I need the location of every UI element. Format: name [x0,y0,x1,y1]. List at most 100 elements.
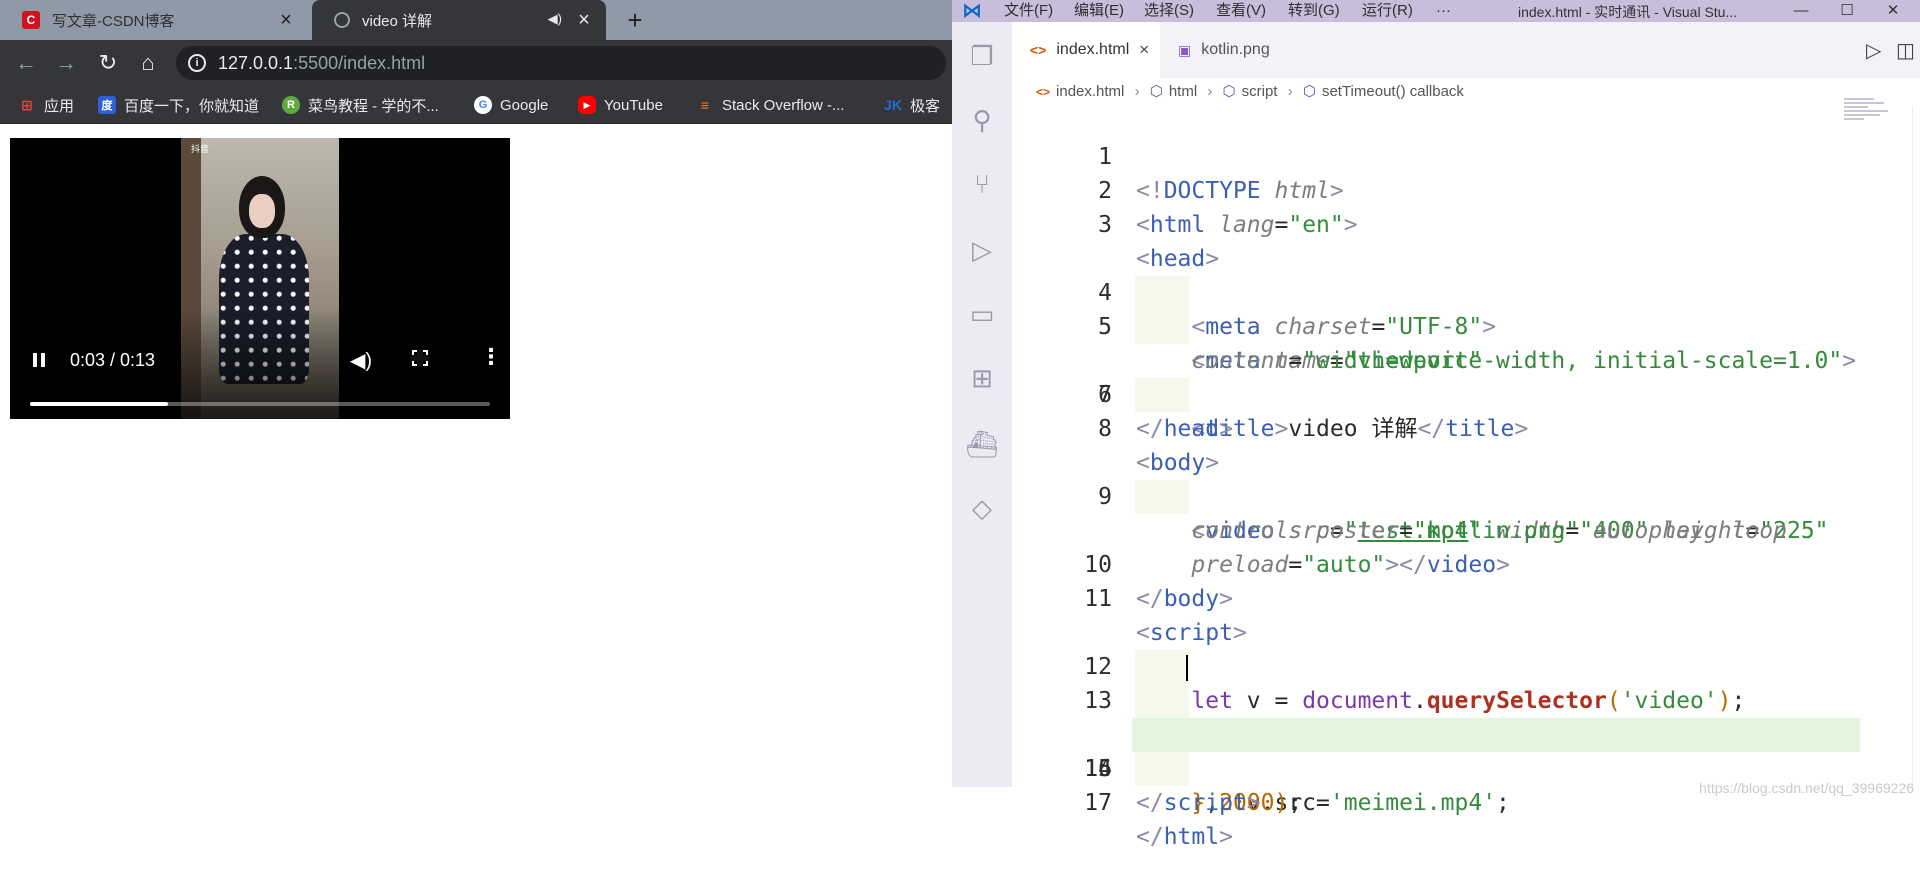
code-line: 2 <html lang="en"> [1012,140,1920,238]
code-line: 12 let v = document.querySelector('video… [1012,582,1920,714]
code-line: 11 <script> [1012,548,1920,646]
menu-run[interactable]: 运行(R) [1362,2,1413,20]
extensions-icon[interactable]: ⊞ [964,360,1000,396]
minimap-line [1844,102,1884,104]
breadcrumb-callback[interactable]: setTimeout() callback [1322,83,1464,100]
code-line: 8 <body> [1012,378,1920,476]
pause-icon[interactable] [30,350,48,370]
bookmark-youtube[interactable]: ▶ YouTube [578,95,663,115]
bookmark-stackoverflow[interactable]: ≡ Stack Overflow -... [696,95,845,115]
symbol-icon: ⬡ [1222,83,1236,100]
close-window-icon[interactable]: ✕ [1870,0,1916,22]
minimap-line [1844,110,1888,112]
editor-tab-label: kotlin.png [1201,41,1270,58]
browser-tab-csdn[interactable]: C 写文章-CSDN博客 × [0,0,308,40]
video-progress-fill [30,402,168,406]
bookmark-label: 百度一下，你就知道 [124,97,260,115]
breadcrumb: <> index.html › ⬡ html › ⬡ script › ⬡ setTim… [1012,78,1920,106]
menu-view[interactable]: 查看(V) [1216,2,1266,20]
overview-ruler[interactable] [1912,106,1920,787]
more-options-icon[interactable]: ⋮ [480,346,502,368]
code-line: content="width=device-width, initial-sca… [1012,276,1920,374]
video-player[interactable]: 抖音 0:03 / 0:13 ◀) ⋮ [10,138,510,419]
browser-tab-strip: C 写文章-CSDN博客 × video 详解 ◀) × + [0,0,952,40]
maximize-icon[interactable]: ☐ [1824,0,1870,22]
code-line-current: 14 v.src='meimei.mp4'; [1012,650,1920,816]
docker-icon[interactable]: ⛴ [964,426,1000,462]
code-line: 4 <meta charset="UTF-8"> [1012,208,1920,340]
bookmark-google[interactable]: G Google [474,95,548,115]
reload-icon[interactable]: ↻ [94,49,122,77]
split-editor-icon[interactable]: ◫ [1896,38,1915,63]
html-file-icon: <> [1030,42,1047,58]
remote-explorer-icon[interactable]: ▭ [964,296,1000,332]
minimap-line [1844,98,1874,100]
code-line: 6 <title>video 详解</title> [1012,310,1920,442]
video-watermark: 抖音 [191,144,210,154]
source-control-icon[interactable]: ⑂ [964,166,1000,202]
menu-go[interactable]: 转到(G) [1288,2,1340,20]
audio-playing-icon[interactable]: ◀) [548,11,562,27]
code-line: 7 </head> [1012,344,1920,442]
youtube-icon: ▶ [578,96,596,114]
site-info-icon[interactable]: i [188,54,206,72]
new-tab-button[interactable]: + [620,5,650,35]
runoob-icon: R [282,96,300,114]
breadcrumb-file[interactable]: index.html [1056,83,1124,100]
csdn-watermark: https://blog.csdn.net/qq_39969226 [1699,780,1914,796]
code-line: 1 <!DOCTYPE html> [1012,106,1920,204]
menu-more[interactable]: ··· [1436,2,1451,20]
code-line: 10 </body> [1012,514,1920,612]
vscode-window: ⋈ 文件(F) 编辑(E) 选择(S) 查看(V) 转到(G) 运行(R) ··… [952,0,1920,850]
editor-tab-index-html[interactable]: <> index.html × [1012,22,1160,78]
forward-arrow-icon[interactable]: → [52,49,80,77]
menu-selection[interactable]: 选择(S) [1144,2,1194,20]
editor-tab-kotlin-png[interactable]: ▣ kotlin.png [1160,22,1308,78]
close-editor-icon[interactable]: × [1139,40,1149,60]
address-path: :5500/index.html [293,53,426,73]
breadcrumb-html[interactable]: html [1169,83,1197,100]
explorer-icon[interactable]: ❐ [964,38,1000,74]
code-line: 3 <head> [1012,174,1920,272]
volume-icon[interactable]: ◀) [350,348,372,373]
stackoverflow-icon: ≡ [700,97,710,113]
menu-edit[interactable]: 编辑(E) [1074,2,1124,20]
back-arrow-icon[interactable]: ← [12,49,40,77]
home-icon[interactable]: ⌂ [134,49,162,77]
minimize-icon[interactable]: — [1778,0,1824,22]
code-editor[interactable]: 1 <!DOCTYPE html> 2 <html lang="en"> 3 <… [1012,106,1920,850]
video-frame-face [249,194,275,228]
symbol-icon: ⬡ [1302,83,1316,100]
breadcrumb-script[interactable]: script [1242,83,1278,100]
close-tab-icon[interactable]: × [276,10,296,30]
run-file-icon[interactable]: ▷ [1866,38,1881,63]
browser-tab-video[interactable]: video 详解 ◀) × [312,0,606,40]
minimap-line [1844,118,1864,120]
code-line: preload="auto"></video> [1012,480,1920,578]
search-icon[interactable]: ⚲ [964,102,1000,138]
video-progress-bar[interactable] [30,402,490,406]
code-line: controls poster="kotlin.png" autoplay lo… [1012,446,1920,544]
tab-title: 写文章-CSDN博客 [52,12,175,30]
minimap[interactable] [1844,98,1894,138]
activity-bar: ❐ ⚲ ⑂ ▷ ▭ ⊞ ⛴ ◇ [952,22,1012,787]
bookmarks-bar: ⊞ 应用 度 百度一下，你就知道 R 菜鸟教程 - 学的不... G Googl… [0,86,952,124]
bookmark-apps[interactable]: ⊞ 应用 [18,95,74,115]
code-line: 9 <video src="test.mp4" width="400" heig… [1012,412,1920,544]
csdn-icon: C [22,11,40,29]
menu-file[interactable]: 文件(F) [1004,2,1053,20]
bookmark-runoob[interactable]: R 菜鸟教程 - 学的不... [282,95,439,115]
close-tab-icon[interactable]: × [574,10,594,30]
address-bar[interactable]: i 127.0.0.1:5500/index.html [176,46,946,80]
bookmark-jike[interactable]: JK 极客 [884,95,940,115]
bookmark-baidu[interactable]: 度 百度一下，你就知道 [98,95,259,115]
code-line: 15 },2000); [1012,684,1920,816]
run-debug-icon[interactable]: ▷ [964,232,1000,268]
fullscreen-icon[interactable] [411,349,429,367]
bookmark-label: Google [500,96,549,114]
live-share-icon[interactable]: ◇ [964,490,1000,526]
code-line: 5 <meta name="viewport" [1012,242,1920,374]
vscode-title-bar: ⋈ 文件(F) 编辑(E) 选择(S) 查看(V) 转到(G) 运行(R) ··… [952,0,1920,22]
editor-tabs: <> index.html × ▣ kotlin.png ▷ ◫ [1012,22,1920,78]
page-content: 抖音 0:03 / 0:13 ◀) ⋮ [0,125,952,787]
